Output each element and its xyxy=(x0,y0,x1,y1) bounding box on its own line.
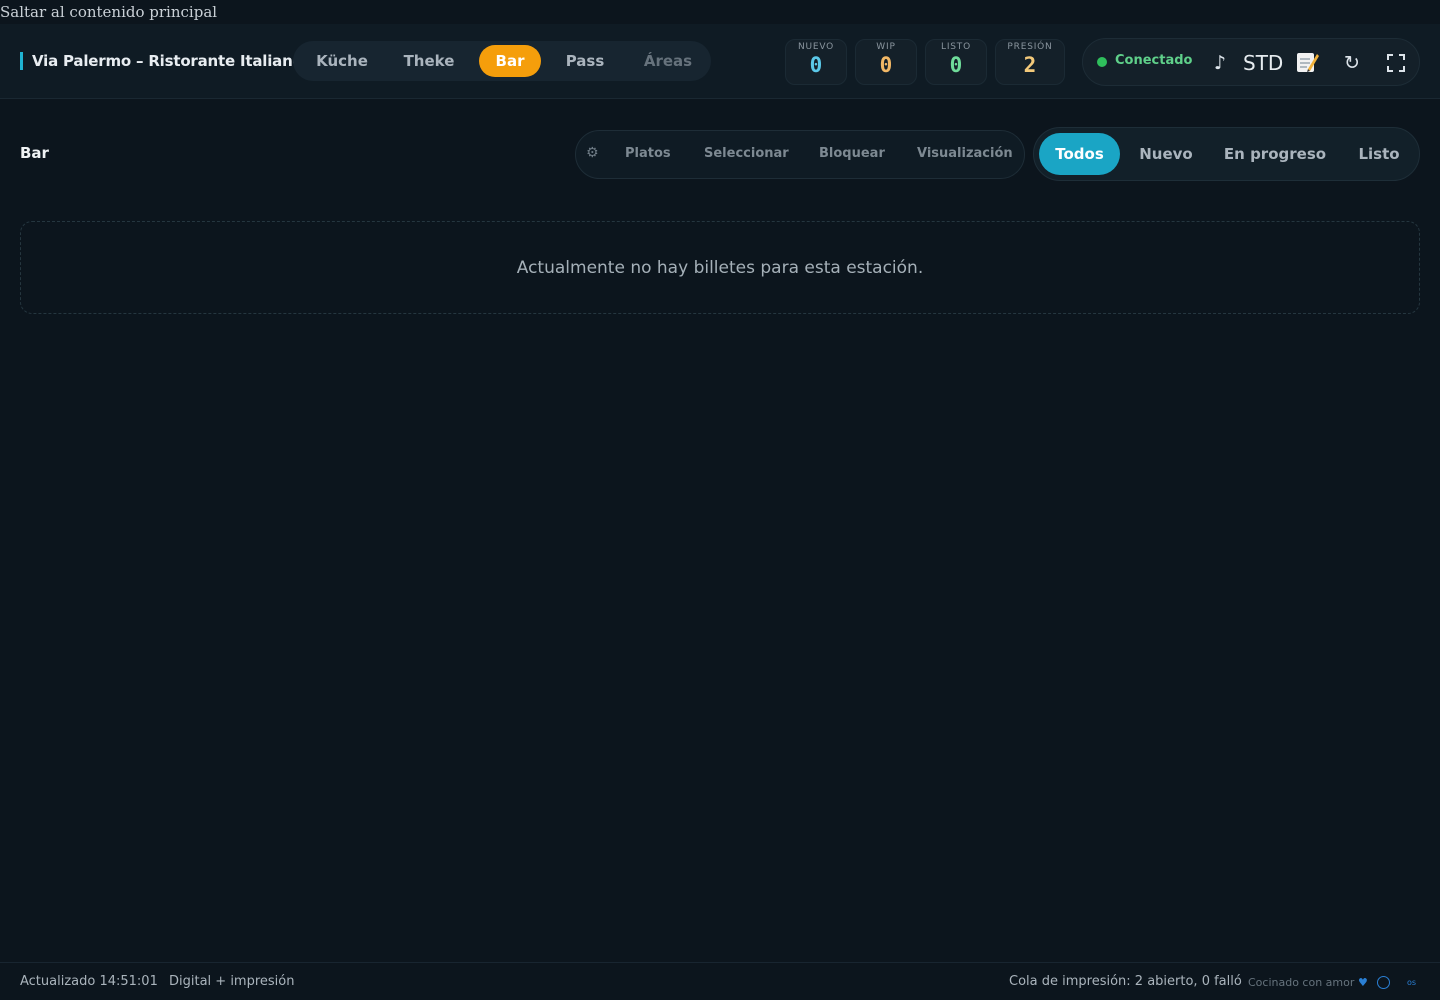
os-mark: os xyxy=(1407,978,1417,987)
filter-ready[interactable]: Listo xyxy=(1344,133,1414,175)
last-updated: Actualizado 14:51:01 xyxy=(20,974,158,989)
counter-pressure-value: 2 xyxy=(1023,53,1037,77)
station-tab-bar[interactable]: Bar xyxy=(479,45,541,77)
filter-new[interactable]: Nuevo xyxy=(1126,133,1206,175)
music-note-icon[interactable]: ♪ xyxy=(1209,49,1231,77)
station-tab-pass[interactable]: Pass xyxy=(549,45,621,77)
mode-std-toggle[interactable]: STD xyxy=(1243,49,1283,77)
credit-text: Cocinado con amor xyxy=(1248,976,1355,989)
counter-ready-label: LISTO xyxy=(941,42,971,52)
counter-new-label: NUEVO xyxy=(797,42,835,52)
counter-new-value: 0 xyxy=(809,53,823,77)
counter-pressure: PRESIÓN 2 xyxy=(995,39,1065,85)
status-ring-icon xyxy=(1377,976,1390,989)
print-queue-status: Cola de impresión: 2 abierto, 0 falló xyxy=(1009,974,1242,989)
footer: Actualizado 14:51:01 Digital + impresión… xyxy=(0,962,1440,1000)
heart-icon: ♥ xyxy=(1358,976,1368,989)
tickets-empty-state: Actualmente no hay billetes para esta es… xyxy=(20,221,1420,314)
counter-ready: LISTO 0 xyxy=(925,39,987,85)
station-tab-areas[interactable]: Áreas xyxy=(627,45,709,77)
counter-wip-value: 0 xyxy=(879,53,893,77)
station-tab-kuche[interactable]: Küche xyxy=(297,45,387,77)
empty-state-message: Actualmente no hay billetes para esta es… xyxy=(516,258,924,278)
fullscreen-icon[interactable] xyxy=(1383,49,1409,77)
tool-select[interactable]: Seleccionar xyxy=(704,146,789,161)
refresh-icon[interactable]: ↻ xyxy=(1339,49,1365,77)
tool-lock[interactable]: Bloquear xyxy=(819,146,885,161)
counter-wip: WIP 0 xyxy=(855,39,917,85)
restaurant-name: Via Palermo – Ristorante Italiano xyxy=(20,52,303,70)
counter-ready-value: 0 xyxy=(949,53,963,77)
toolbar: ⚙ Platos Seleccionar Bloquear Visualizac… xyxy=(575,130,1025,179)
page-title: Bar xyxy=(20,144,49,162)
top-bar: Via Palermo – Ristorante Italiano Küche … xyxy=(0,24,1440,99)
connected-dot-icon xyxy=(1097,57,1107,67)
skip-to-content-link[interactable]: Saltar al contenido principal xyxy=(0,2,217,24)
station-tabs: Küche Theke Bar Pass Áreas xyxy=(293,41,711,81)
counter-pressure-label: PRESIÓN xyxy=(1007,42,1053,52)
gear-icon[interactable]: ⚙ xyxy=(586,145,599,161)
counter-wip-label: WIP xyxy=(876,42,896,52)
station-tab-theke[interactable]: Theke xyxy=(387,45,471,77)
connection-status-bar: Conectado ♪ STD ↻ xyxy=(1082,38,1420,86)
filter-in-progress[interactable]: En progreso xyxy=(1214,133,1336,175)
output-mode: Digital + impresión xyxy=(169,974,295,989)
connection-status: Conectado xyxy=(1115,53,1193,68)
counter-new: NUEVO 0 xyxy=(785,39,847,85)
tool-dishes[interactable]: Platos xyxy=(625,146,671,161)
status-filter-tabs: Todos Nuevo En progreso Listo xyxy=(1033,127,1420,181)
notes-icon[interactable] xyxy=(1293,49,1321,77)
filter-all[interactable]: Todos xyxy=(1039,133,1120,175)
tool-display[interactable]: Visualización xyxy=(917,146,1013,161)
